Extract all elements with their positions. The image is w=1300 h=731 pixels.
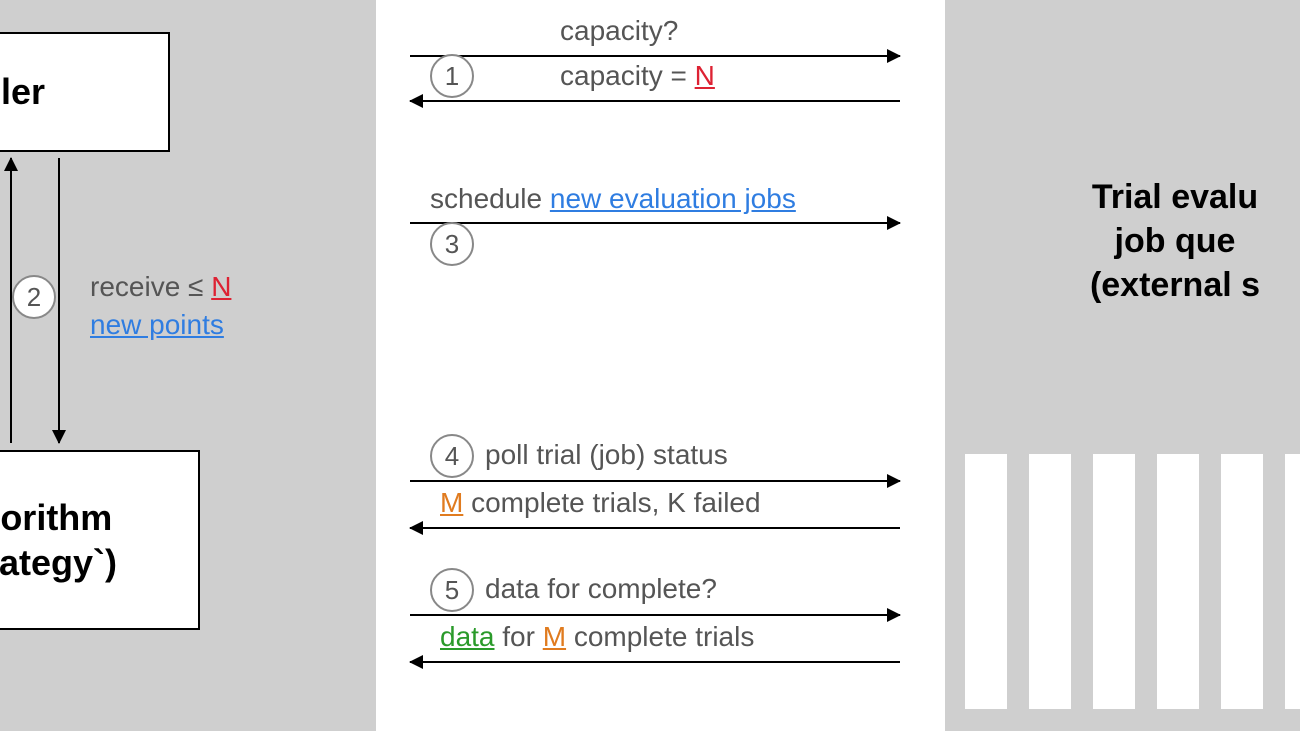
queue-bar [965,454,1007,709]
step1-top-label: capacity? [560,15,678,47]
arrow-step1-left [410,100,900,102]
step4-mid: complete trials, K failed [463,487,760,518]
step2-N: N [211,271,231,302]
arrow-step4-left [410,527,900,529]
step5-end: complete trials [566,621,754,652]
step-circle-3: 3 [430,222,474,266]
arrow-step4-right [410,480,900,482]
algorithm-box: tion Algorithm ationStrategy`) [0,450,200,630]
step1-bottom-label: capacity = N [560,60,715,92]
step5-mid: for [495,621,543,652]
left-panel: heduler tion Algorithm ationStrategy`) 2… [0,0,376,731]
scheduler-label: heduler [0,71,45,113]
step5-bottom-label: data for M complete trials [440,621,754,653]
arrow-down-step2 [58,158,60,443]
step-num-1: 1 [445,61,459,92]
queue-bar [1157,454,1199,709]
arrow-step1-right [410,55,900,57]
step4-M: M [440,487,463,518]
queue-bar [1093,454,1135,709]
right-title: Trial evalu job que (external s [965,175,1300,308]
step1-bottom-prefix: capacity = [560,60,695,91]
right-title-line3: (external s [965,263,1300,307]
step-circle-5: 5 [430,568,474,612]
step3-prefix: schedule [430,183,550,214]
arrow-step5-left [410,661,900,663]
queue-bar [1221,454,1263,709]
step5-M: M [543,621,566,652]
scheduler-box: heduler [0,32,170,152]
queue-bar [1285,454,1300,709]
step5-data: data [440,621,495,652]
step-num-4: 4 [445,441,459,472]
step4-top-label: poll trial (job) status [485,439,728,471]
right-title-line2: job que [965,219,1300,263]
step2-recv-prefix: receive ≤ [90,271,211,302]
step1-N: N [695,60,715,91]
algorithm-label-line1: tion Algorithm [0,495,112,540]
algorithm-label-line2: ationStrategy`) [0,540,117,585]
step5-top-label: data for complete? [485,573,717,605]
right-title-line1: Trial evalu [965,175,1300,219]
step-num-2: 2 [27,282,41,313]
queue-bars [965,454,1300,709]
step2-new-points-link[interactable]: new points [90,309,224,340]
step-circle-4: 4 [430,434,474,478]
step2-label: receive ≤ N new points [90,268,231,344]
step-circle-2: 2 [12,275,56,319]
step3-label: schedule new evaluation jobs [430,183,796,215]
step-circle-1: 1 [430,54,474,98]
step4-bottom-label: M complete trials, K failed [440,487,761,519]
step3-link[interactable]: new evaluation jobs [550,183,796,214]
arrow-step5-right [410,614,900,616]
arrow-step3-right [410,222,900,224]
step-num-3: 3 [445,229,459,260]
step-num-5: 5 [445,575,459,606]
queue-bar [1029,454,1071,709]
